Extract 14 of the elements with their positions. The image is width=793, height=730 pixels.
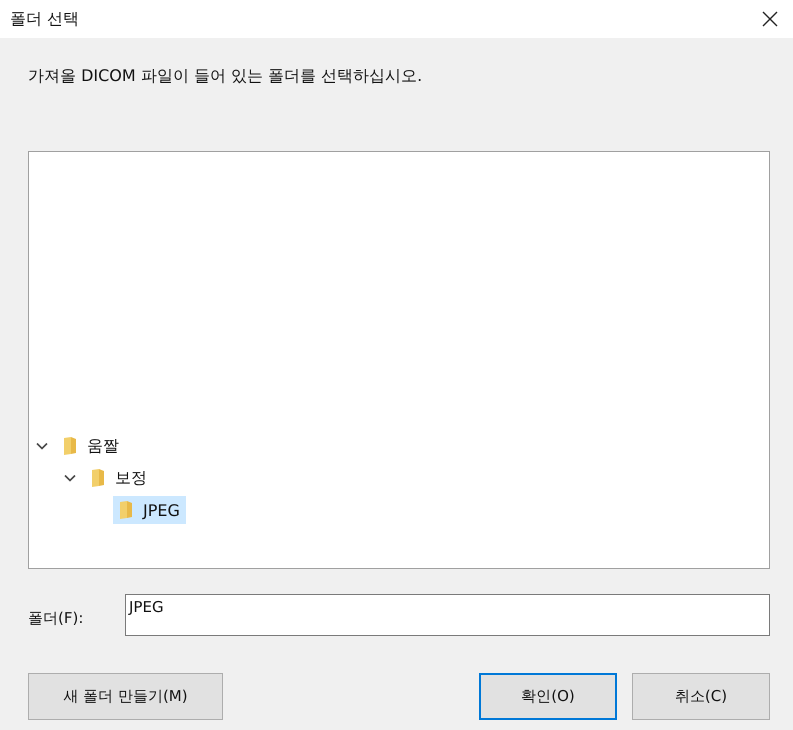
window-title: 폴더 선택	[10, 8, 80, 30]
folder-input[interactable]: JPEG	[125, 594, 770, 636]
folder-icon	[119, 500, 133, 520]
new-folder-button[interactable]: 새 폴더 만들기(M)	[28, 673, 223, 720]
close-icon[interactable]	[761, 10, 779, 28]
tree-item[interactable]: 움짤	[57, 432, 125, 460]
cancel-button[interactable]: 취소(C)	[632, 673, 770, 720]
ok-button[interactable]: 확인(O)	[479, 673, 617, 720]
folder-icon	[91, 468, 105, 488]
folder-label: 폴더(F):	[28, 608, 84, 628]
tree-item[interactable]: JPEG	[113, 496, 186, 524]
tree-item[interactable]: 보정	[85, 464, 153, 492]
instruction-text: 가져올 DICOM 파일이 들어 있는 폴더를 선택하십시오.	[28, 66, 424, 87]
folder-icon	[63, 436, 77, 456]
